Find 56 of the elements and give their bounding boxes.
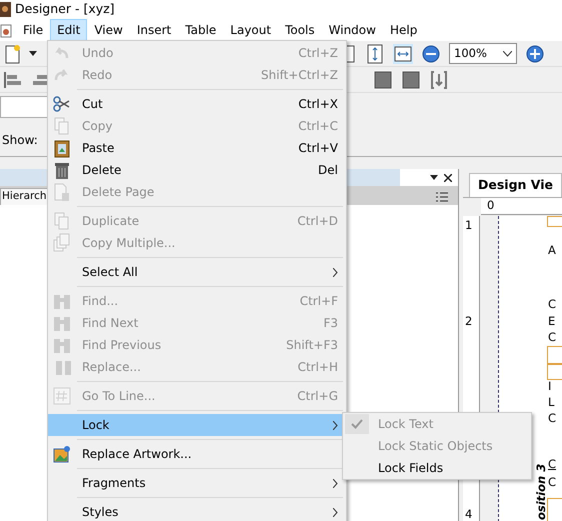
ruler-number: 4: [465, 508, 472, 521]
menu-item[interactable]: Lock Fields: [343, 457, 531, 479]
bracket-arrow-icon[interactable]: [429, 70, 449, 90]
document-text: I: [548, 380, 552, 393]
menu-item[interactable]: Paste Ctrl+V: [48, 137, 346, 159]
document-text: C: [548, 298, 556, 311]
menu-item[interactable]: Table: [178, 19, 224, 41]
zoom-out-icon[interactable]: [421, 44, 441, 64]
new-document-icon[interactable]: [3, 44, 23, 64]
vertical-text: osition 3: [535, 464, 548, 520]
menu-item[interactable]: File: [16, 19, 50, 41]
window-title: Designer - [xyz]: [15, 0, 115, 18]
input-field[interactable]: [0, 96, 50, 118]
panel-tab[interactable]: Hierarch: [0, 188, 49, 205]
document-text: C: [548, 458, 556, 471]
resize-icon[interactable]: [373, 70, 393, 90]
dropdown-icon[interactable]: [430, 175, 438, 180]
document-text: C: [548, 412, 556, 425]
menu-item[interactable]: Help: [382, 19, 424, 41]
zoom-dropdown[interactable]: 100%: [449, 43, 517, 64]
ruler-number: 1: [465, 218, 472, 232]
resize-icon[interactable]: [401, 70, 421, 90]
app-icon: [0, 2, 11, 17]
field-outline: [547, 346, 562, 364]
field-outline: [547, 364, 562, 380]
caret-icon[interactable]: [503, 50, 512, 56]
menu-item[interactable]: Fragments: [48, 472, 346, 494]
caret-icon[interactable]: [29, 51, 37, 56]
menu-item[interactable]: View: [87, 19, 130, 41]
ruler-number: 2: [465, 314, 472, 328]
menu-item[interactable]: Edit: [50, 19, 88, 41]
menu-item[interactable]: Window: [322, 19, 383, 41]
document-text: A: [548, 244, 556, 257]
artwork-icon: [51, 444, 73, 464]
menu-item[interactable]: Cut Ctrl+X: [48, 93, 346, 115]
list-icon[interactable]: [436, 192, 450, 202]
menu-item[interactable]: Tools: [278, 19, 322, 41]
menu-item[interactable]: Select All: [48, 261, 346, 283]
zoom-in-icon[interactable]: [525, 44, 545, 64]
menu-item[interactable]: Styles: [48, 501, 346, 521]
menu-item[interactable]: Layout: [223, 19, 278, 41]
close-icon[interactable]: [444, 174, 452, 182]
hash-icon: [51, 386, 73, 406]
document-text: E: [548, 314, 556, 328]
design-view-tab[interactable]: Design Vie: [469, 173, 562, 197]
field-outline: [547, 216, 562, 227]
menu-item[interactable]: Insert: [130, 19, 178, 41]
menu-item[interactable]: Delete Del: [48, 159, 346, 181]
show-label: Show:: [2, 132, 38, 148]
document-text: L: [548, 396, 554, 409]
align-left-icon[interactable]: [3, 70, 23, 90]
ruler-number: 0: [487, 198, 494, 212]
document-text: C: [548, 330, 556, 344]
fit-height-icon[interactable]: [365, 44, 385, 64]
fit-width-icon[interactable]: [393, 44, 413, 64]
document-text: C: [548, 476, 556, 489]
